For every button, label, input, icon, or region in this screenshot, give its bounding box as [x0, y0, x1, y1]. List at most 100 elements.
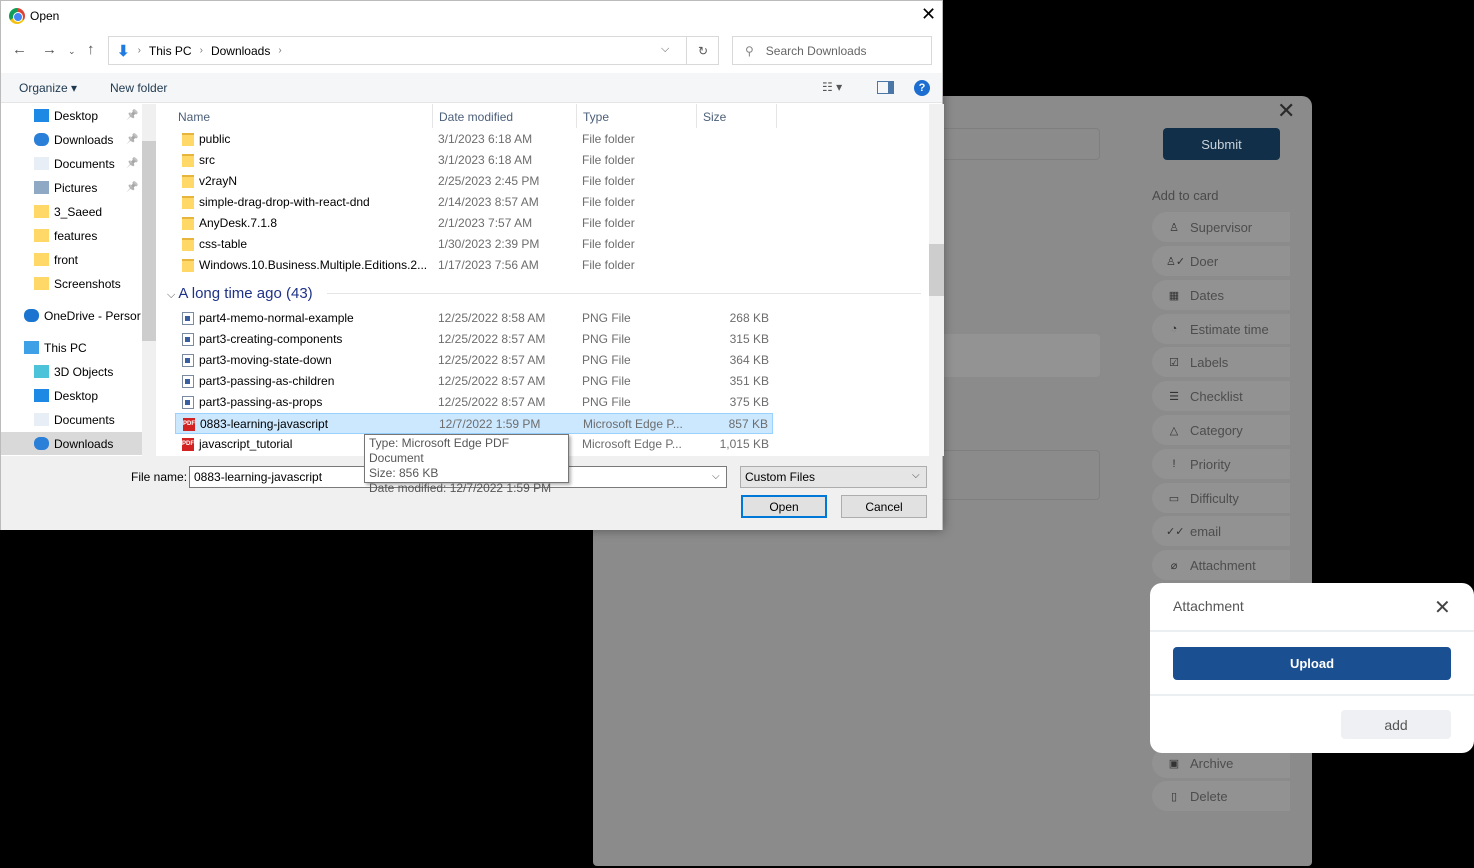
submit-button[interactable]: Submit [1163, 128, 1280, 160]
nav-item-documents[interactable]: Documents 📌 [1, 152, 142, 175]
file-size: 268 KB [729, 311, 769, 325]
pin-icon[interactable]: 📌 [126, 134, 138, 145]
card-action-supervisor[interactable]: ♙ Supervisor [1152, 212, 1290, 242]
group-header[interactable]: ⌵ A long time ago (43) [167, 285, 313, 302]
column-separator[interactable] [576, 104, 577, 128]
card-action-label: email [1190, 523, 1222, 539]
file-row[interactable]: part3-moving-state-down 12/25/2022 8:57 A… [175, 350, 773, 371]
file-row[interactable]: src 3/1/2023 6:18 AM File folder [175, 150, 773, 171]
nav-item-label: Screenshots [54, 276, 121, 291]
forward-icon[interactable]: → [42, 41, 57, 58]
breadcrumb-this-pc[interactable]: This PC [149, 44, 192, 58]
archive-icon: ▣ [1168, 757, 1180, 770]
card-action-delete[interactable]: ▯ Delete [1152, 781, 1290, 811]
nav-scrollbar-thumb[interactable] [142, 141, 156, 341]
file-row[interactable]: part3-creating-components 12/25/2022 8:57… [175, 329, 773, 350]
organize-button[interactable]: Organize ▾ [19, 81, 77, 95]
card-action-dates[interactable]: ▦ Dates [1152, 280, 1290, 310]
comment-input[interactable] [938, 450, 1100, 500]
nav-item-documents[interactable]: Documents [1, 408, 142, 431]
chevron-down-icon[interactable]: ⌵ [912, 470, 920, 481]
chevron-down-icon: ⌵ [167, 289, 179, 301]
card-action-difficulty[interactable]: ▭ Difficulty [1152, 483, 1290, 513]
refresh-icon[interactable]: ↻ [686, 36, 719, 65]
upload-button[interactable]: Upload [1173, 647, 1451, 680]
card-action-estimate-time[interactable]: ◔ Estimate time [1152, 314, 1290, 344]
card-action-doer[interactable]: ♙✓ Doer [1152, 246, 1290, 276]
file-row[interactable]: css-table 1/30/2023 2:39 PM File folder [175, 234, 773, 255]
exclamation-icon: ! [1172, 458, 1176, 470]
column-separator[interactable] [776, 104, 777, 128]
nav-item-onedrive-persor[interactable]: OneDrive - Persor [1, 304, 142, 327]
pin-icon[interactable]: 📌 [126, 158, 138, 169]
breadcrumb-downloads[interactable]: Downloads [211, 44, 270, 58]
file-row[interactable]: Windows.10.Business.Multiple.Editions.2.… [175, 255, 773, 276]
card-action-checklist[interactable]: ☰ Checklist [1152, 381, 1290, 411]
close-icon[interactable]: ✕ [921, 4, 936, 25]
file-row[interactable]: public 3/1/2023 6:18 AM File folder [175, 129, 773, 150]
file-type: File folder [582, 132, 635, 146]
card-action-labels[interactable]: ☑ Labels [1152, 347, 1290, 377]
card-action-category[interactable]: △ Category [1152, 415, 1290, 445]
nav-item-label: Documents [54, 156, 115, 171]
file-date: 12/25/2022 8:57 AM [438, 353, 546, 367]
nav-item-downloads[interactable]: Downloads [1, 432, 142, 455]
file-date: 12/25/2022 8:57 AM [438, 374, 546, 388]
open-button[interactable]: Open [741, 495, 827, 518]
nav-item-downloads[interactable]: Downloads 📌 [1, 128, 142, 151]
up-icon[interactable]: ↑ [87, 41, 95, 58]
nav-item-3-saeed[interactable]: 3_Saeed [1, 200, 142, 223]
nav-item-pictures[interactable]: Pictures 📌 [1, 176, 142, 199]
file-row[interactable]: part3-passing-as-props 12/25/2022 8:57 AM… [175, 392, 773, 413]
card-action-priority[interactable]: ! Priority [1152, 449, 1290, 479]
file-row[interactable]: PDF 0883-learning-javascript 12/7/2022 1:5… [175, 413, 773, 434]
title-input[interactable] [938, 128, 1100, 160]
pin-icon[interactable]: 📌 [126, 110, 138, 121]
column-separator[interactable] [432, 104, 433, 128]
search-input[interactable]: ⚲ Search Downloads [732, 36, 932, 65]
file-list: Name Date modified Type Size public 3/1/2… [161, 104, 929, 456]
card-action-attachment[interactable]: ⌀ Attachment [1152, 550, 1290, 580]
file-type-select[interactable]: Custom Files [740, 466, 927, 488]
card-action-label: Priority [1190, 456, 1231, 472]
close-icon[interactable]: ✕ [1277, 98, 1295, 124]
cancel-button[interactable]: Cancel [841, 495, 927, 518]
nav-item-desktop[interactable]: Desktop 📌 [1, 104, 142, 127]
add-button[interactable]: add [1341, 710, 1451, 739]
column-size[interactable]: Size [703, 110, 726, 124]
preview-pane-icon[interactable] [877, 81, 894, 94]
file-name: css-table [199, 237, 248, 251]
file-row[interactable]: part3-passing-as-children 12/25/2022 8:57… [175, 371, 773, 392]
nav-item-features[interactable]: features [1, 224, 142, 247]
file-row[interactable]: v2rayN 2/25/2023 2:45 PM File folder [175, 171, 773, 192]
briefcase-icon: ▭ [1168, 492, 1180, 505]
nav-item-3d-objects[interactable]: 3D Objects [1, 360, 142, 383]
view-options-icon[interactable]: ☷ ▾ [822, 80, 842, 94]
address-bar[interactable]: ⬇ › This PC › Downloads › [108, 36, 719, 65]
file-row[interactable]: part4-memo-normal-example 12/25/2022 8:58… [175, 308, 773, 329]
nav-item-desktop[interactable]: Desktop [1, 384, 142, 407]
list-scrollbar-thumb[interactable] [929, 244, 944, 296]
help-icon[interactable]: ? [914, 80, 930, 96]
nav-item-this-pc[interactable]: This PC [1, 336, 142, 359]
file-row[interactable]: simple-drag-drop-with-react-dnd 2/14/2023… [175, 192, 773, 213]
image-file-icon [182, 333, 194, 346]
folder-icon [34, 205, 49, 218]
column-date-modified[interactable]: Date modified [439, 110, 513, 124]
column-type[interactable]: Type [583, 110, 609, 124]
back-icon[interactable]: ← [12, 41, 27, 58]
nav-item-screenshots[interactable]: Screenshots [1, 272, 142, 295]
description-area[interactable] [938, 334, 1100, 377]
column-name[interactable]: Name [178, 110, 210, 124]
file-row[interactable]: AnyDesk.7.1.8 2/1/2023 7:57 AM File folder [175, 213, 773, 234]
chevron-down-icon[interactable]: ⌵ [661, 43, 669, 56]
pin-icon[interactable]: 📌 [126, 182, 138, 193]
chevron-down-icon[interactable]: ⌵ [712, 471, 720, 482]
column-separator[interactable] [696, 104, 697, 128]
new-folder-button[interactable]: New folder [110, 81, 167, 95]
recent-locations-icon[interactable]: ⌄ [68, 46, 76, 57]
card-action-label: Estimate time [1190, 321, 1269, 337]
card-action-email[interactable]: ✓✓ email [1152, 516, 1290, 546]
close-icon[interactable]: ✕ [1434, 595, 1451, 620]
nav-item-front[interactable]: front [1, 248, 142, 271]
